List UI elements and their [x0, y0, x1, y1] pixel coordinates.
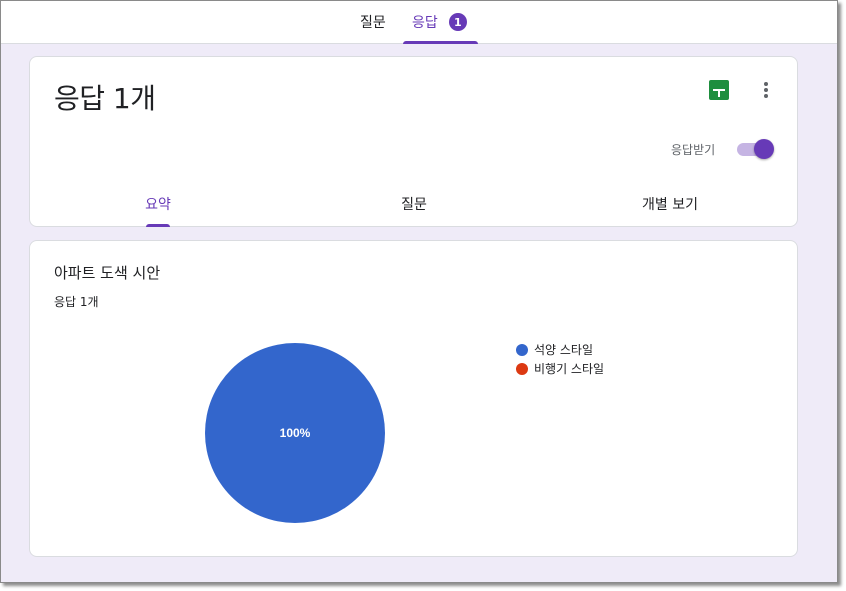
tab-responses-label: 응답 — [412, 15, 438, 31]
tab-question[interactable]: 질문 — [286, 181, 542, 227]
tab-summary[interactable]: 요약 — [30, 181, 286, 227]
pie-slice-label: 100% — [280, 426, 311, 440]
tab-individual[interactable]: 개별 보기 — [542, 181, 798, 227]
toggle-knob — [754, 139, 774, 159]
response-count-badge: 1 — [448, 13, 467, 31]
responses-header-card: 응답 1개 응답받기 요약 질문 개별 보기 — [29, 56, 798, 227]
pie-chart-area: 100% — [30, 241, 797, 556]
question-summary-card: 100% 아파트 도색 시안 응답 1개 석양 스타일비행기 스타일 — [29, 240, 798, 557]
legend-swatch — [516, 343, 528, 356]
legend-item[interactable]: 비행기 스타일 — [516, 359, 604, 378]
question-response-count: 응답 1개 — [54, 295, 99, 309]
tab-individual-label: 개별 보기 — [642, 197, 698, 213]
top-tab-bar: 질문 응답 1 — [1, 1, 837, 44]
tab-responses[interactable]: 응답 1 — [403, 1, 478, 44]
question-title: 아파트 도색 시안 — [54, 264, 161, 282]
google-sheets-icon[interactable] — [709, 80, 729, 100]
accepting-responses-label: 응답받기 — [671, 143, 716, 157]
accepting-responses-toggle[interactable] — [737, 139, 775, 159]
tab-summary-label: 요약 — [145, 197, 171, 213]
tab-questions[interactable]: 질문 — [360, 1, 386, 43]
more-vert-icon[interactable] — [759, 79, 773, 101]
tab-questions-label: 질문 — [360, 15, 386, 31]
pie-chart: 100% — [205, 343, 385, 523]
legend-item[interactable]: 석양 스타일 — [516, 340, 604, 359]
summary-tab-indicator — [146, 224, 170, 227]
responses-title: 응답 1개 — [54, 82, 156, 115]
legend-label: 석양 스타일 — [534, 343, 594, 357]
tab-question-label: 질문 — [401, 197, 427, 213]
active-tab-indicator — [403, 41, 478, 44]
app-window: 질문 응답 1 응답 1개 응답받기 요약 질문 개별 보기 100% 아파트 … — [0, 0, 838, 583]
legend-label: 비행기 스타일 — [534, 362, 605, 376]
legend-swatch — [516, 362, 528, 375]
chart-legend: 석양 스타일비행기 스타일 — [516, 340, 604, 378]
